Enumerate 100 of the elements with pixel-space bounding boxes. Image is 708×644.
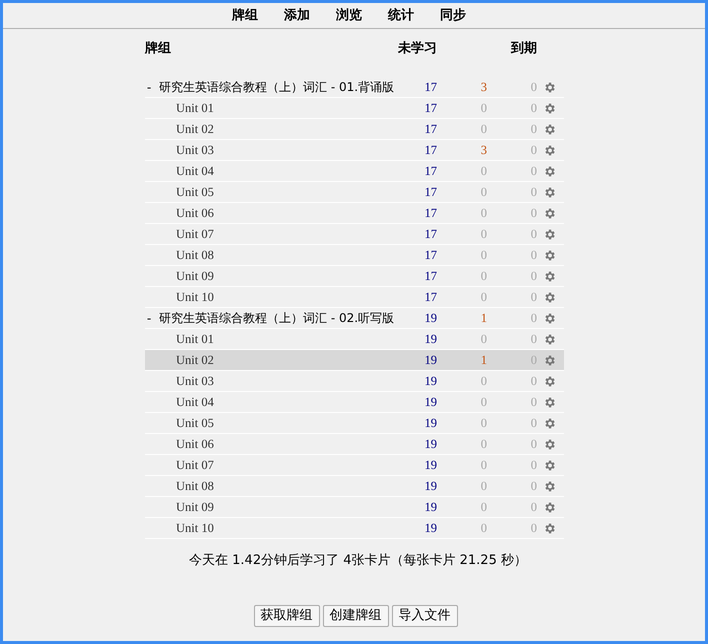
- gear-icon[interactable]: [543, 102, 556, 114]
- deck-name[interactable]: Unit 07: [176, 456, 214, 474]
- deck-row[interactable]: Unit 03 17 3 0: [145, 140, 564, 161]
- count: 0: [530, 288, 537, 306]
- deck-name[interactable]: Unit 10: [176, 288, 214, 306]
- gear-icon[interactable]: [543, 438, 556, 450]
- deck-name[interactable]: Unit 06: [176, 434, 214, 454]
- deck-name[interactable]: Unit 01: [176, 98, 214, 118]
- deck-row[interactable]: Unit 08 17 0 0: [145, 245, 564, 266]
- gear-icon[interactable]: [543, 248, 556, 262]
- collapse-toggle[interactable]: -: [147, 308, 157, 328]
- deck-name[interactable]: Unit 01: [176, 330, 214, 348]
- count: 19: [424, 394, 437, 411]
- deck-name[interactable]: Unit 06: [176, 204, 214, 222]
- count: 19: [424, 330, 437, 348]
- count: 0: [530, 498, 537, 516]
- gear-icon[interactable]: [543, 290, 556, 304]
- gear-icon[interactable]: [543, 144, 556, 156]
- deck-name[interactable]: Unit 02: [176, 120, 214, 138]
- deck-row[interactable]: Unit 06 17 0 0: [145, 203, 564, 224]
- deck-row[interactable]: Unit 04 19 0 0: [145, 392, 564, 413]
- deck-row[interactable]: Unit 01 17 0 0: [145, 98, 564, 119]
- deck-row[interactable]: Unit 10 17 0 0: [145, 287, 564, 308]
- collapse-toggle[interactable]: -: [147, 78, 157, 96]
- deck-row[interactable]: - 研究生英语综合教程（上）词汇 - 01.背诵版 17 3 0: [145, 77, 564, 98]
- count: 0: [530, 184, 537, 201]
- count: 0: [480, 226, 487, 243]
- deck-row[interactable]: Unit 10 19 0 0: [145, 518, 564, 539]
- deck-name[interactable]: Unit 02: [176, 350, 214, 370]
- deck-row[interactable]: Unit 07 19 0 0: [145, 455, 564, 476]
- count: 19: [424, 478, 437, 495]
- gear-icon[interactable]: [543, 480, 556, 492]
- count: 17: [424, 204, 437, 222]
- count: 0: [530, 394, 537, 411]
- deck-name[interactable]: 研究生英语综合教程（上）词汇 - 01.背诵版: [159, 78, 394, 96]
- deck-row[interactable]: Unit 05 17 0 0: [145, 182, 564, 203]
- deck-row[interactable]: Unit 09 17 0 0: [145, 266, 564, 287]
- deck-row[interactable]: Unit 09 19 0 0: [145, 497, 564, 518]
- deck-name[interactable]: Unit 05: [176, 182, 214, 202]
- deck-name[interactable]: Unit 07: [176, 224, 214, 244]
- deck-name[interactable]: Unit 04: [176, 162, 214, 180]
- toolbar-link[interactable]: 统计: [388, 6, 414, 26]
- gear-icon[interactable]: [543, 312, 556, 324]
- deck-row[interactable]: Unit 07 17 0 0: [145, 224, 564, 245]
- study-summary: 今天在 1.42分钟后学习了 4张卡片（每张卡片 21.25 秒）: [188, 552, 528, 570]
- deck-row[interactable]: Unit 02 17 0 0: [145, 119, 564, 140]
- deck-row[interactable]: Unit 04 17 0 0: [145, 161, 564, 182]
- deck-row[interactable]: - 研究生英语综合教程（上）词汇 - 02.听写版 19 1 0: [145, 308, 564, 329]
- count: 17: [424, 246, 437, 264]
- deck-name[interactable]: Unit 09: [176, 266, 214, 286]
- gear-icon[interactable]: [543, 396, 556, 408]
- gear-icon[interactable]: [543, 416, 556, 430]
- gear-icon[interactable]: [543, 122, 556, 136]
- gear-icon[interactable]: [543, 228, 556, 240]
- gear-icon[interactable]: [543, 164, 556, 178]
- deck-row[interactable]: Unit 05 19 0 0: [145, 413, 564, 434]
- count: 1: [480, 352, 487, 369]
- count: 0: [480, 246, 487, 264]
- gear-icon[interactable]: [543, 332, 556, 346]
- action-button[interactable]: 导入文件: [392, 605, 458, 627]
- deck-name[interactable]: Unit 09: [176, 498, 214, 516]
- count: 0: [480, 372, 487, 390]
- count: 0: [480, 330, 487, 348]
- count: 17: [424, 288, 437, 306]
- gear-icon[interactable]: [543, 80, 556, 94]
- toolbar-link[interactable]: 同步: [440, 6, 466, 26]
- gear-icon[interactable]: [543, 374, 556, 388]
- count: 19: [424, 352, 437, 369]
- deck-name[interactable]: Unit 04: [176, 392, 214, 412]
- action-button[interactable]: 创建牌组: [322, 605, 388, 627]
- action-button[interactable]: 获取牌组: [254, 605, 320, 627]
- gear-icon[interactable]: [543, 186, 556, 198]
- count: 17: [424, 184, 437, 201]
- count: 19: [424, 520, 437, 537]
- count: 17: [424, 226, 437, 243]
- deck-name[interactable]: Unit 05: [176, 414, 214, 432]
- gear-icon[interactable]: [543, 522, 556, 534]
- deck-name[interactable]: 研究生英语综合教程（上）词汇 - 02.听写版: [159, 309, 394, 327]
- count: 0: [530, 268, 537, 285]
- gear-icon[interactable]: [543, 500, 556, 514]
- gear-icon[interactable]: [543, 206, 556, 220]
- deck-name[interactable]: Unit 08: [176, 476, 214, 496]
- deck-name[interactable]: Unit 03: [176, 140, 214, 160]
- deck-name[interactable]: Unit 03: [176, 372, 214, 390]
- deck-name[interactable]: Unit 10: [176, 518, 214, 538]
- deck-row[interactable]: Unit 08 19 0 0: [145, 476, 564, 497]
- count: 0: [480, 162, 487, 180]
- gear-icon[interactable]: [543, 354, 556, 366]
- deck-name[interactable]: Unit 08: [176, 246, 214, 264]
- gear-icon[interactable]: [543, 458, 556, 472]
- count: 17: [424, 100, 437, 117]
- toolbar-link[interactable]: 浏览: [336, 6, 362, 26]
- toolbar-link[interactable]: 牌组: [232, 6, 258, 26]
- deck-row[interactable]: Unit 03 19 0 0: [145, 371, 564, 392]
- deck-row[interactable]: Unit 06 19 0 0: [145, 434, 564, 455]
- count: 19: [424, 372, 437, 390]
- count: 0: [480, 436, 487, 453]
- column-header: 到期: [510, 40, 537, 58]
- gear-icon[interactable]: [543, 270, 556, 282]
- toolbar-link[interactable]: 添加: [284, 6, 310, 26]
